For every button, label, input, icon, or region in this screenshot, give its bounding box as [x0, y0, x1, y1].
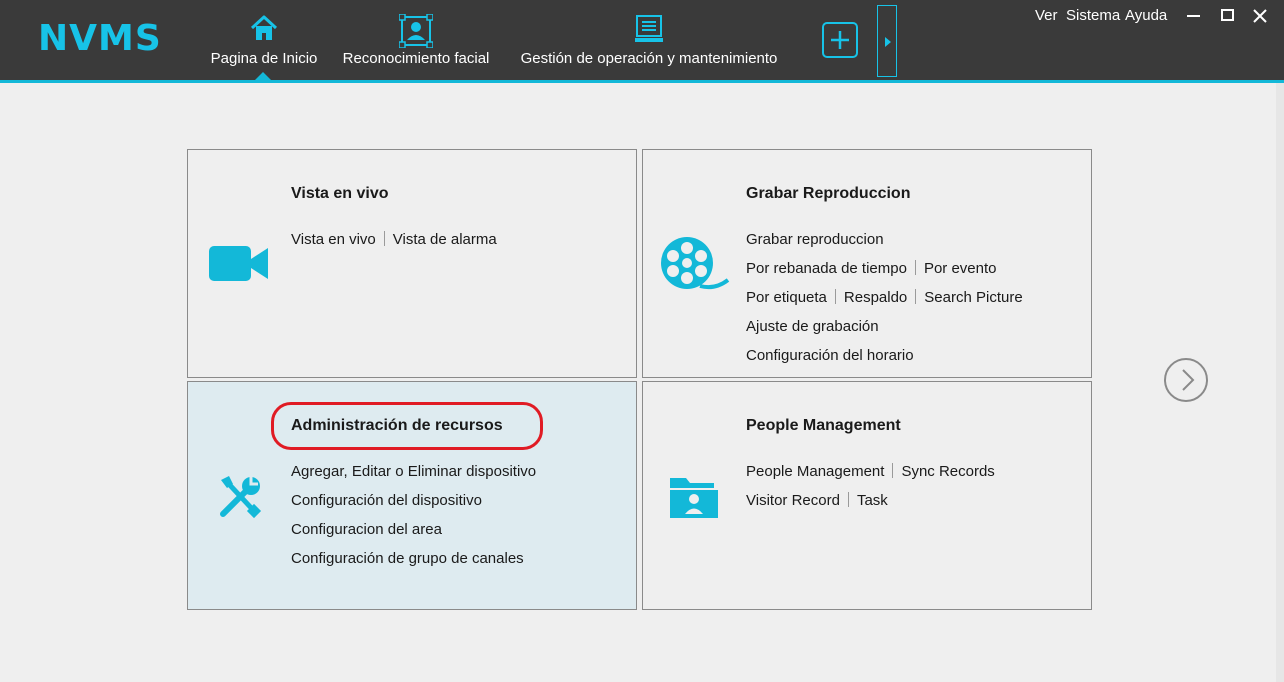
separator [915, 289, 917, 304]
separator [834, 289, 836, 304]
next-page-button[interactable] [1164, 358, 1208, 402]
link-task[interactable]: Task [857, 492, 888, 509]
menu-sistema[interactable]: Sistema [1066, 7, 1120, 24]
link-por-evento[interactable]: Por evento [924, 260, 997, 277]
link-row: Agregar, Editar o Eliminar dispositivo [291, 462, 536, 482]
right-edge-strip [1276, 83, 1284, 682]
card-live-view[interactable]: Vista en vivo Vista en vivo Vista de alar… [187, 149, 637, 378]
card-title: Vista en vivo [291, 185, 389, 202]
link-row: Configuracion del area [291, 520, 442, 540]
tools-icon [217, 474, 263, 525]
separator [847, 492, 849, 507]
app-logo: NVMS [38, 18, 162, 59]
link-respaldo[interactable]: Respaldo [844, 289, 907, 306]
link-grabar-reproduccion[interactable]: Grabar reproduccion [746, 231, 884, 248]
video-camera-icon [209, 245, 269, 288]
close-icon [1253, 9, 1267, 23]
card-title: Grabar Reproduccion [746, 185, 911, 202]
link-people-management[interactable]: People Management [746, 463, 884, 480]
top-bar: NVMS Pagina de Inicio Reconocimiento fac… [0, 0, 1284, 80]
person-folder-icon [668, 474, 720, 525]
minimize-icon [1187, 15, 1200, 17]
menu-ver[interactable]: Ver [1035, 7, 1058, 24]
expand-tabs-button[interactable] [877, 5, 897, 77]
link-vista-de-alarma[interactable]: Vista de alarma [393, 231, 497, 248]
link-search-picture[interactable]: Search Picture [924, 289, 1022, 306]
monitor-icon [634, 14, 664, 48]
link-row: Vista en vivo Vista de alarma [291, 230, 497, 250]
red-highlight-annotation [271, 402, 543, 450]
link-configuracion-grupo-de-canales[interactable]: Configuración de grupo de canales [291, 550, 524, 567]
link-row: Grabar reproduccion [746, 230, 884, 250]
home-icon [249, 14, 279, 46]
link-row: People Management Sync Records [746, 462, 995, 482]
link-row: Por etiqueta Respaldo Search Picture [746, 288, 1023, 308]
nav-tab-operation-maintenance[interactable]: Gestión de operación y mantenimiento [504, 0, 794, 80]
nav-tab-label: Gestión de operación y mantenimiento [520, 50, 778, 67]
face-recognition-icon [398, 13, 434, 52]
minimize-button[interactable] [1184, 6, 1204, 26]
link-row: Ajuste de grabación [746, 317, 879, 337]
link-row: Visitor Record Task [746, 491, 888, 511]
triangle-right-icon [885, 37, 891, 47]
link-row: Configuración del dispositivo [291, 491, 482, 511]
separator [892, 463, 894, 478]
topbar-accent-line [0, 80, 1284, 83]
link-por-etiqueta[interactable]: Por etiqueta [746, 289, 827, 306]
nav-tab-label: Reconocimiento facial [342, 50, 490, 67]
link-visitor-record[interactable]: Visitor Record [746, 492, 840, 509]
link-configuracion-del-dispositivo[interactable]: Configuración del dispositivo [291, 492, 482, 509]
chevron-right-icon [1182, 369, 1195, 391]
link-configuracion-del-area[interactable]: Configuracion del area [291, 521, 442, 538]
menu-ayuda[interactable]: Ayuda [1125, 7, 1167, 24]
close-button[interactable] [1250, 6, 1270, 26]
link-row: Por rebanada de tiempo Por evento [746, 259, 997, 279]
card-playback[interactable]: Grabar Reproduccion Grabar reproduccion … [642, 149, 1092, 378]
add-tab-button[interactable] [822, 22, 858, 58]
card-title: People Management [746, 417, 901, 434]
separator [914, 260, 916, 275]
plus-icon [831, 31, 849, 49]
card-people-management[interactable]: People Management People Management Sync … [642, 381, 1092, 610]
maximize-icon [1221, 9, 1234, 21]
link-ajuste-de-grabacion[interactable]: Ajuste de grabación [746, 318, 879, 335]
active-tab-indicator [254, 72, 272, 81]
separator [383, 231, 385, 246]
link-agregar-editar-eliminar-dispositivo[interactable]: Agregar, Editar o Eliminar dispositivo [291, 463, 536, 480]
link-row: Configuración de grupo de canales [291, 549, 524, 569]
link-sync-records[interactable]: Sync Records [901, 463, 994, 480]
film-reel-icon [660, 236, 730, 297]
maximize-button[interactable] [1218, 6, 1238, 26]
link-por-rebanada-de-tiempo[interactable]: Por rebanada de tiempo [746, 260, 907, 277]
nav-tab-face-recognition[interactable]: Reconocimiento facial [333, 0, 499, 80]
link-configuracion-del-horario[interactable]: Configuración del horario [746, 347, 914, 364]
nav-tab-label: Pagina de Inicio [210, 50, 318, 67]
link-row: Configuración del horario [746, 346, 914, 366]
nav-tab-home[interactable]: Pagina de Inicio [200, 0, 328, 80]
link-vista-en-vivo[interactable]: Vista en vivo [291, 231, 376, 248]
